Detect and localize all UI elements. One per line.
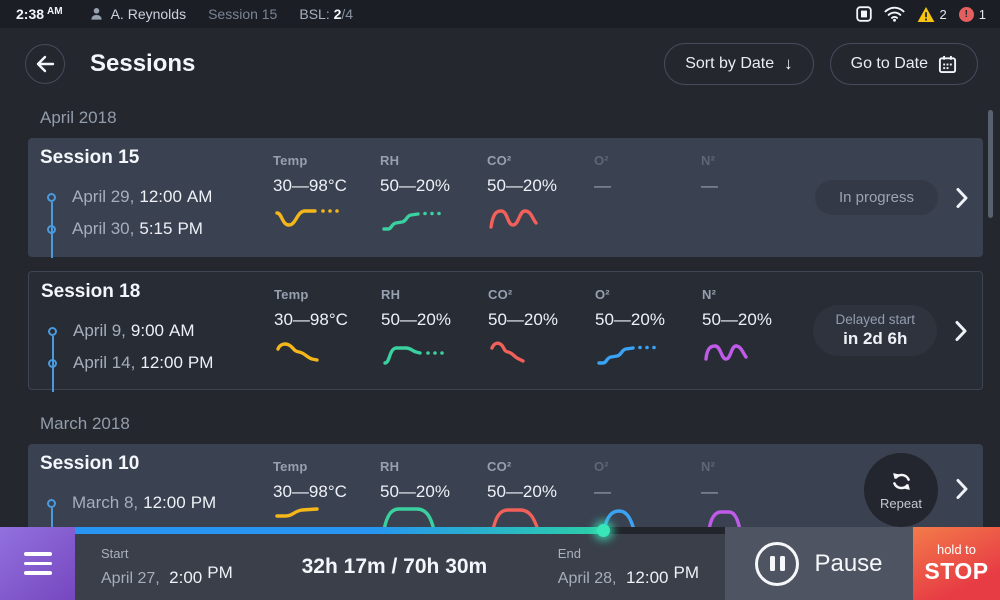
app-screen: 2:38AM A. Reynolds Session 15 BSL: 2/4 2… (0, 0, 1000, 600)
start-time-block: Start April 27, 2:00PM (101, 546, 233, 588)
menu-button[interactable] (0, 527, 75, 600)
scrollbar-thumb[interactable] (988, 110, 993, 218)
session-card-18[interactable]: Session 18 April 9, 9:00 AM April 14, 12… (28, 271, 983, 390)
progress-fill (75, 527, 607, 534)
repeat-sync-icon (889, 469, 914, 494)
page-title: Sessions (90, 50, 195, 78)
section-label-april: April 2018 (40, 108, 1000, 128)
hamburger-icon (24, 552, 52, 556)
sparkline-temp (273, 202, 353, 232)
page-header: Sessions Sort by Date ↓ Go to Date (0, 28, 1000, 100)
clock-period: AM (47, 6, 63, 17)
session-title: Session 18 (41, 281, 274, 303)
session-start-datetime: March 8, 12:00 PM (40, 487, 273, 519)
status-badge: In progress (815, 180, 938, 215)
elapsed-total-duration: 32h 17m / 70h 30m (302, 555, 488, 579)
go-to-date-button[interactable]: Go to Date (830, 43, 978, 85)
chevron-right-icon[interactable] (955, 478, 969, 500)
chevron-right-icon[interactable] (954, 320, 968, 342)
alert-count: 1 (979, 7, 986, 22)
clock-time: 2:38AM (16, 6, 63, 22)
param-temp: Temp 30—98°C (274, 272, 381, 389)
session-title: Session 10 (40, 453, 273, 475)
status-bar: 2:38AM A. Reynolds Session 15 BSL: 2/4 2… (0, 0, 1000, 28)
param-co2: CO² 50—20% (488, 272, 595, 389)
bottom-control-bar: Start April 27, 2:00PM 32h 17m / 70h 30m… (0, 527, 1000, 600)
session-title: Session 15 (40, 147, 273, 169)
session-info: Session 15 April 29, 12:00 AM April 30, … (40, 138, 273, 257)
progress-bar (75, 527, 725, 534)
end-time-block: End April 28, 12:00PM (558, 546, 699, 588)
timeline-dot-end (48, 359, 57, 368)
repeat-button[interactable]: Repeat (864, 453, 938, 527)
alert-badge-icon[interactable]: ! (959, 7, 974, 22)
param-o2: O² — (594, 138, 701, 257)
timeline-dot-start (47, 193, 56, 202)
warning-triangle-icon[interactable] (917, 6, 935, 23)
param-temp: Temp 30—98°C (273, 138, 380, 257)
session-info: Session 18 April 9, 9:00 AM April 14, 12… (41, 272, 274, 389)
back-button[interactable] (25, 44, 65, 84)
param-rh: RH 50—20% (380, 138, 487, 257)
arrow-left-icon (34, 53, 56, 75)
wifi-icon (884, 6, 905, 22)
timeline-dot-start (47, 499, 56, 508)
sparkline-temp (274, 336, 354, 366)
sparkline-rh (381, 336, 461, 366)
chevron-right-icon[interactable] (955, 187, 969, 209)
user-icon (89, 6, 104, 22)
param-rh: RH 50—20% (381, 272, 488, 389)
pause-icon (755, 542, 799, 586)
stop-button[interactable]: hold to STOP (913, 527, 1000, 600)
sparkline-co2 (488, 336, 568, 366)
bsl-indicator: BSL: 2/4 (299, 6, 353, 22)
pause-button[interactable]: Pause (725, 527, 913, 600)
session-card-15[interactable]: Session 15 April 29, 12:00 AM April 30, … (28, 138, 983, 257)
arrow-down-icon: ↓ (784, 54, 793, 74)
sort-by-date-button[interactable]: Sort by Date ↓ (664, 43, 813, 85)
param-co2: CO² 50—20% (487, 138, 594, 257)
sparkline-rh (380, 202, 460, 232)
session-end-datetime: April 30, 5:15 PM (40, 213, 273, 245)
param-o2: O² 50—20% (595, 272, 702, 389)
status-badge: Delayed start in 2d 6h (813, 305, 937, 356)
session-end-datetime: April 14, 12:00 PM (41, 347, 274, 379)
sparkline-co2 (487, 202, 567, 232)
user-name: A. Reynolds (111, 6, 186, 22)
display-pip-icon (856, 6, 872, 22)
timeline-dot-end (47, 225, 56, 234)
timeline-dot-start (48, 327, 57, 336)
section-label-march: March 2018 (40, 414, 1000, 434)
sparkline-o2 (595, 336, 675, 366)
param-n2: N² 50—20% (702, 272, 809, 389)
current-session-label: Session 15 (208, 6, 277, 22)
warning-count: 2 (940, 7, 947, 22)
user-indicator: A. Reynolds (89, 6, 186, 22)
session-start-datetime: April 29, 12:00 AM (40, 181, 273, 213)
session-start-datetime: April 9, 9:00 AM (41, 315, 274, 347)
param-n2: N² — (701, 138, 808, 257)
sparkline-n2 (702, 336, 782, 366)
calendar-icon (938, 55, 957, 74)
